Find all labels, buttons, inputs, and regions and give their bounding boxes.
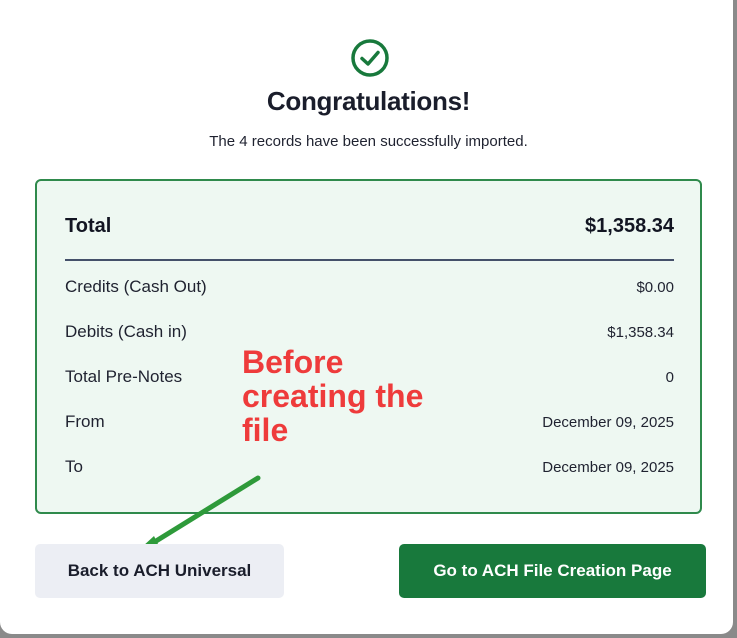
import-success-modal: Congratulations! The 4 records have been… [0, 0, 733, 634]
modal-subtitle: The 4 records have been successfully imp… [209, 133, 528, 150]
annotation-text: Before creating the file [242, 344, 424, 448]
summary-divider [65, 259, 674, 261]
summary-row-credits: Credits (Cash Out) $0.00 [65, 277, 674, 297]
summary-row-label: From [65, 412, 105, 431]
summary-row-label: Debits (Cash in) [65, 322, 187, 341]
summary-row-debits: Debits (Cash in) $1,358.34 [65, 322, 674, 342]
summary-row-label: Credits (Cash Out) [65, 277, 207, 296]
summary-row-value: $0.00 [636, 278, 674, 296]
summary-total-row: Total $1,358.34 [65, 215, 674, 238]
summary-row-value: 0 [665, 368, 674, 386]
summary-row-value: December 09, 2025 [542, 458, 674, 476]
total-value: $1,358.34 [585, 215, 674, 237]
summary-row-value: $1,358.34 [607, 323, 674, 341]
check-circle-icon [351, 39, 389, 77]
modal-title: Congratulations! [266, 86, 471, 116]
summary-row-label: Total Pre-Notes [65, 367, 183, 386]
summary-row-label: To [65, 457, 83, 476]
summary-row-value: December 09, 2025 [542, 413, 674, 431]
go-to-ach-file-creation-button[interactable]: Go to ACH File Creation Page [399, 544, 706, 598]
total-label: Total [65, 215, 112, 237]
back-to-ach-universal-button[interactable]: Back to ACH Universal [35, 544, 284, 598]
